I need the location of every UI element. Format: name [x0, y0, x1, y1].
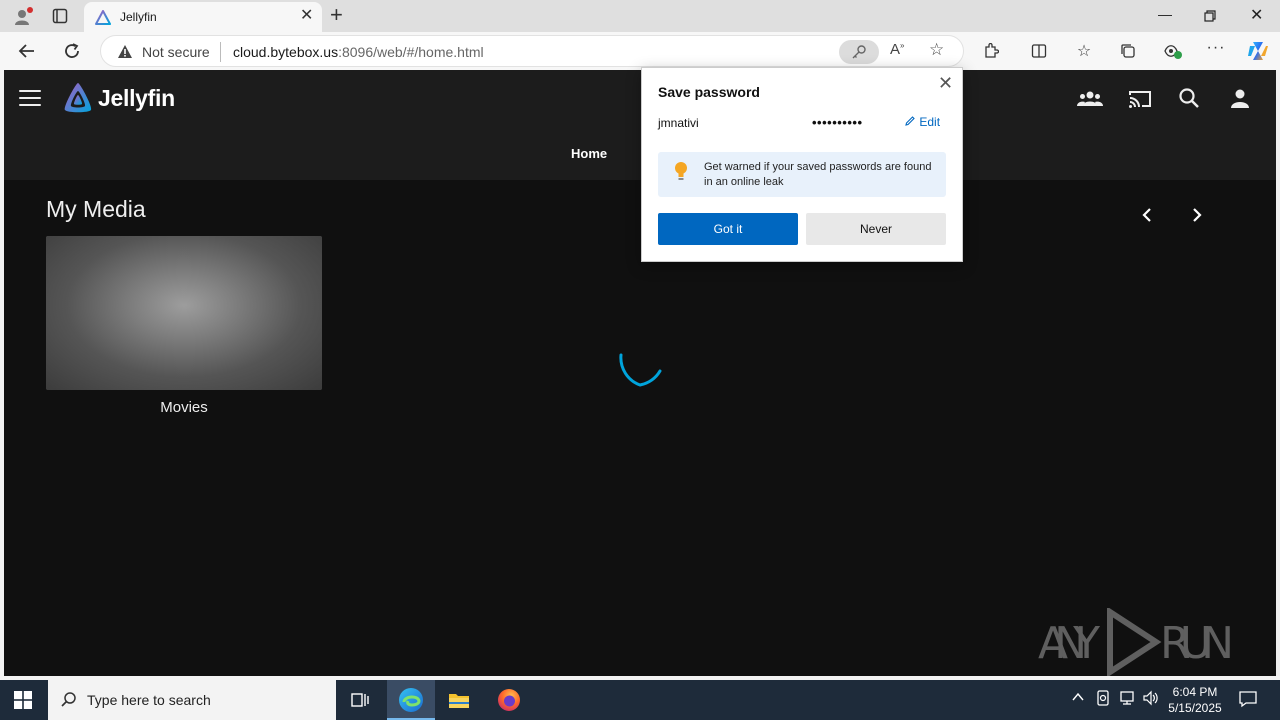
chevron-up-icon	[1072, 692, 1084, 701]
taskbar-search-placeholder: Type here to search	[87, 692, 211, 708]
favorites-icon[interactable]: ☆	[1073, 41, 1095, 61]
browser-essentials-icon[interactable]	[1163, 42, 1183, 60]
anyrun-watermark: ANY RUN	[1038, 608, 1234, 676]
tab-home[interactable]: Home	[571, 146, 607, 161]
dialog-title: Save password	[658, 84, 760, 100]
tab-jellyfin[interactable]: Jellyfin ✕	[84, 2, 322, 32]
sync-play-users-icon[interactable]	[1077, 87, 1103, 111]
edit-link[interactable]: Edit	[904, 115, 940, 129]
volume-icon[interactable]	[1142, 690, 1160, 709]
address-bar[interactable]: Not secure cloud.bytebox.us:8096/web/#/h…	[100, 35, 964, 67]
system-clock[interactable]: 6:04 PM 5/15/2025	[1162, 684, 1228, 716]
cast-icon[interactable]	[1127, 87, 1153, 111]
section-title-my-media[interactable]: My Media	[46, 196, 146, 223]
refresh-icon[interactable]	[63, 42, 81, 60]
task-view-button[interactable]	[336, 680, 384, 720]
taskbar-edge[interactable]	[387, 680, 435, 720]
jellyfin-favicon-icon	[95, 10, 111, 25]
leak-warning-text: Get warned if your saved passwords are f…	[704, 161, 932, 188]
security-label[interactable]: Not secure	[142, 44, 210, 60]
user-icon[interactable]	[1227, 87, 1253, 111]
jellyfin-logo-text[interactable]: Jellyfin	[98, 85, 175, 112]
notifications-icon[interactable]	[1238, 690, 1258, 708]
search-glass-icon	[61, 692, 76, 707]
clock-date: 5/15/2025	[1168, 701, 1222, 715]
taskbar-search-box[interactable]: Type here to search	[48, 680, 336, 720]
settings-more-icon[interactable]: ···	[1205, 39, 1227, 57]
scroll-right-button[interactable]	[1187, 206, 1207, 227]
extensions-icon[interactable]	[983, 43, 999, 59]
minimize-button[interactable]: —	[1158, 6, 1172, 22]
svg-text:ANY: ANY	[1038, 618, 1100, 669]
profile-icon[interactable]	[12, 6, 34, 28]
taskbar-firefox[interactable]	[485, 680, 533, 720]
save-password-dialog: Save password ✕ jmnativi •••••••••• Edit…	[641, 67, 963, 262]
lightbulb-icon	[675, 162, 687, 180]
jellyfin-page: Jellyfin Home My Media Movies ANY RUN	[4, 70, 1276, 676]
clock-time: 6:04 PM	[1172, 685, 1218, 699]
url-host: cloud.bytebox.us	[233, 44, 339, 60]
tab-actions-icon[interactable]	[52, 8, 68, 24]
search-icon[interactable]	[1177, 87, 1203, 111]
edit-label: Edit	[919, 115, 941, 129]
show-hidden-icons[interactable]	[1071, 690, 1085, 707]
jellyfin-logo-icon	[64, 83, 92, 113]
scroll-left-button[interactable]	[1137, 206, 1157, 227]
leak-warning-box: Get warned if your saved passwords are f…	[658, 152, 946, 197]
meet-now-icon[interactable]	[1096, 690, 1110, 709]
pencil-icon	[905, 116, 915, 126]
username-value: jmnativi	[658, 116, 699, 130]
password-value: ••••••••••	[812, 115, 863, 130]
favorite-star-icon[interactable]: ☆	[929, 40, 944, 60]
library-card-movies[interactable]	[46, 236, 322, 390]
chevron-right-icon	[1193, 208, 1202, 222]
folder-icon	[449, 694, 469, 708]
jellyfin-header: Jellyfin Home	[4, 70, 1276, 180]
never-button[interactable]: Never	[806, 213, 946, 245]
warning-icon[interactable]	[117, 44, 133, 59]
copilot-icon[interactable]	[1246, 40, 1270, 62]
loading-spinner-icon	[619, 353, 662, 387]
taskbar-file-explorer[interactable]	[435, 680, 483, 720]
task-view-icon	[351, 693, 369, 707]
collections-icon[interactable]	[1120, 43, 1136, 59]
browser-toolbar: Not secure cloud.bytebox.us:8096/web/#/h…	[0, 32, 1280, 70]
windows-taskbar: Type here to search 6:04 PM 5/15/2025	[0, 680, 1280, 720]
chevron-left-icon	[1142, 208, 1151, 222]
windows-start-icon[interactable]	[14, 691, 32, 709]
close-window-button[interactable]: ✕	[1250, 5, 1263, 25]
new-tab-button[interactable]: +	[330, 4, 343, 26]
back-icon[interactable]	[18, 42, 36, 60]
url-text[interactable]: cloud.bytebox.us:8096/web/#/home.html	[233, 44, 484, 60]
tab-title: Jellyfin	[120, 10, 157, 24]
read-aloud-icon[interactable]: A»	[890, 41, 904, 58]
edge-icon	[399, 688, 423, 712]
address-separator	[220, 42, 221, 62]
menu-icon[interactable]	[19, 90, 41, 106]
password-key-icon[interactable]	[839, 40, 879, 64]
got-it-button[interactable]: Got it	[658, 213, 798, 245]
network-icon[interactable]	[1118, 690, 1136, 709]
close-icon[interactable]: ✕	[938, 74, 953, 92]
page-scrollbar[interactable]	[1276, 70, 1280, 676]
svg-text:RUN: RUN	[1160, 618, 1234, 669]
url-path: :8096/web/#/home.html	[338, 44, 484, 60]
split-screen-icon[interactable]	[1031, 43, 1047, 59]
tab-close-button[interactable]: ✕	[300, 8, 313, 24]
browser-tab-strip: Jellyfin ✕ + — ✕	[0, 0, 1280, 32]
restore-button[interactable]	[1204, 10, 1216, 22]
library-label[interactable]: Movies	[46, 399, 322, 416]
firefox-icon	[498, 689, 520, 711]
library-thumbnail	[46, 236, 322, 390]
